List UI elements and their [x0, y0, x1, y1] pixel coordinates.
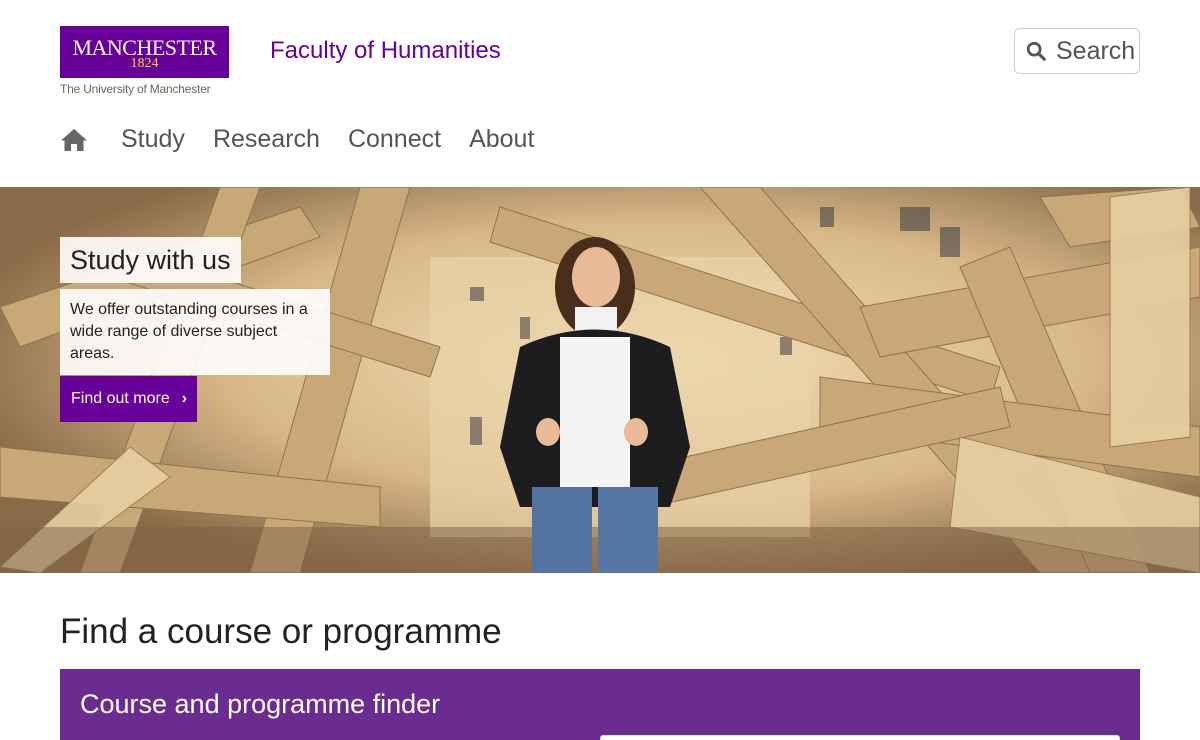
search-icon: [1026, 41, 1046, 61]
find-out-more-label: Find out more: [71, 390, 170, 407]
hero-description: We offer outstanding courses in a wide r…: [60, 289, 330, 375]
finder-heading: Find a course or programme: [60, 612, 502, 651]
finder-panel-title: Course and programme finder: [80, 689, 441, 719]
university-logo[interactable]: MANCHESTER 1824 The University of Manche…: [60, 26, 230, 96]
home-icon[interactable]: [60, 126, 88, 154]
site-header: MANCHESTER 1824 The University of Manche…: [0, 0, 1200, 187]
main-nav: Study Research Connect About: [60, 125, 562, 154]
faculty-title-link[interactable]: Faculty of Humanities: [270, 37, 501, 65]
logo-subtitle: The University of Manchester: [60, 82, 211, 96]
logo-year: 1824: [130, 56, 159, 71]
hero-banner: Study with us We offer outstanding cours…: [0, 187, 1200, 573]
nav-item-research[interactable]: Research: [213, 125, 320, 154]
course-finder-panel: Course and programme finder: [60, 669, 1140, 740]
search-button[interactable]: Search: [1014, 28, 1140, 74]
find-out-more-button[interactable]: Find out more ›: [60, 376, 198, 422]
hero-title: Study with us: [60, 237, 241, 283]
nav-item-connect[interactable]: Connect: [348, 125, 441, 154]
chevron-right-icon: ›: [181, 390, 188, 407]
search-label: Search: [1056, 36, 1136, 65]
nav-item-about[interactable]: About: [469, 125, 534, 154]
logo-mark: MANCHESTER 1824: [60, 26, 229, 78]
nav-item-study[interactable]: Study: [121, 125, 185, 154]
course-search-input[interactable]: [600, 735, 1120, 740]
